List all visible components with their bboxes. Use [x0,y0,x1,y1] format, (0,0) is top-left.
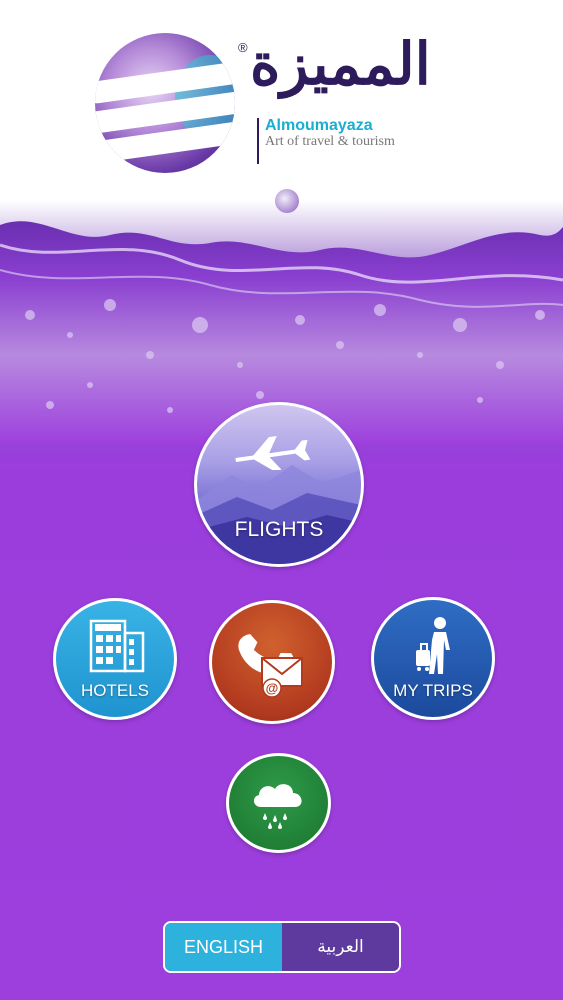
traveler-luggage-icon [416,617,450,674]
brand-divider [257,118,259,164]
flights-label: FLIGHTS [234,518,324,541]
hotel-building-icon [89,619,145,673]
svg-text:@: @ [266,681,279,696]
brand-tagline: Art of travel & tourism [265,134,395,149]
hotels-label: HOTELS [80,681,150,700]
weather-button[interactable] [226,753,331,853]
my-trips-button[interactable]: MY TRIPS [371,597,495,720]
language-arabic-button[interactable]: العربية [282,923,399,971]
airplane-icon [235,436,311,470]
brand-name-latin: Almoumayaza [265,117,373,134]
language-english-button[interactable]: ENGLISH [165,923,282,971]
my-trips-label: MY TRIPS [393,681,473,700]
hotels-button[interactable]: HOTELS [53,598,177,720]
flights-button[interactable]: FLIGHTS [194,402,364,567]
contact-button[interactable]: @ [209,600,335,724]
rain-cloud-icon [253,784,302,829]
logo-mark [95,33,235,173]
brand-name-arabic: المميزة [250,32,431,97]
registered-mark: ® [238,40,248,55]
phone-envelope-icon: @ [238,634,303,698]
language-toggle: ENGLISH العربية [163,921,401,973]
